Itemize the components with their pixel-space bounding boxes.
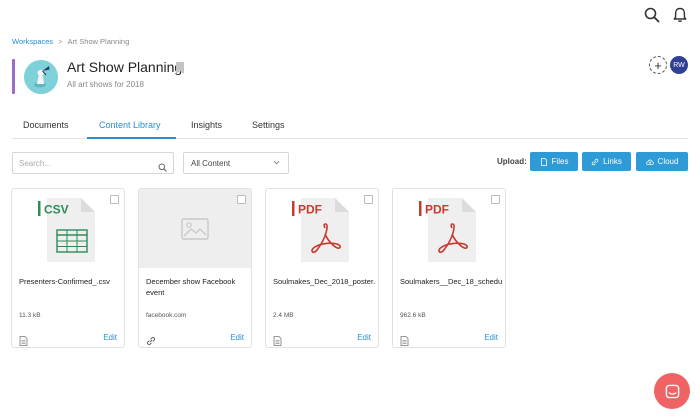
search-input[interactable] xyxy=(13,153,143,174)
document-icon xyxy=(19,333,28,346)
chat-launcher-button[interactable] xyxy=(654,373,690,409)
chat-icon xyxy=(665,384,679,398)
chevron-down-icon xyxy=(273,153,280,174)
workspace-subtitle: All art shows for 2018 xyxy=(67,80,144,89)
file-icon xyxy=(540,157,547,166)
link-icon xyxy=(146,333,156,346)
card-link-domain: facebook.com xyxy=(146,312,187,319)
card-edit-link[interactable]: Edit xyxy=(484,333,498,342)
pdf-badge: PDF xyxy=(425,202,449,216)
upload-files-button[interactable]: Files xyxy=(530,152,578,171)
breadcrumb-current: Art Show Planning xyxy=(67,37,130,46)
breadcrumb-separator: > xyxy=(58,37,63,46)
csv-file-icon: CSV xyxy=(38,197,95,262)
card-thumbnail: PDF xyxy=(266,189,378,268)
pdf-file-icon: PDF xyxy=(292,197,349,262)
add-member-button[interactable]: + xyxy=(649,56,667,74)
breadcrumb-workspaces-link[interactable]: Workspaces xyxy=(12,37,53,46)
card-file-name[interactable]: December show Facebook event xyxy=(146,276,248,298)
card-thumbnail: PDF xyxy=(393,189,505,268)
csv-badge: CSV xyxy=(44,202,69,216)
card-file-size: 11.3 kB xyxy=(19,312,41,319)
search-icon[interactable] xyxy=(643,6,661,24)
search-box xyxy=(12,152,174,174)
tab-bar: Documents Content Library Insights Setti… xyxy=(12,112,688,139)
card-file-name[interactable]: Soulmakes_Dec_2018_poster.pdf xyxy=(273,276,375,287)
content-filter-value: All Content xyxy=(191,159,231,168)
content-card[interactable]: PDF Soulmakes_Dec_2018_poster.pdf 2.4 MB… xyxy=(265,188,379,348)
upload-cloud-button[interactable]: Cloud xyxy=(636,152,688,171)
link-icon xyxy=(591,158,599,165)
card-file-name[interactable]: Presenters-Confirmed_.csv xyxy=(19,276,121,287)
tab-content-library[interactable]: Content Library xyxy=(99,120,161,130)
document-icon xyxy=(273,333,282,346)
card-file-size: 2.4 MB xyxy=(273,312,294,319)
card-edit-link[interactable]: Edit xyxy=(103,333,117,342)
card-select-checkbox[interactable] xyxy=(237,195,246,204)
plus-icon: + xyxy=(654,57,662,73)
card-edit-link[interactable]: Edit xyxy=(357,333,371,342)
bookmark-icon[interactable] xyxy=(175,61,185,74)
card-select-checkbox[interactable] xyxy=(110,195,119,204)
workspace-color-bar xyxy=(12,59,15,94)
document-icon xyxy=(400,333,409,346)
upload-links-button[interactable]: Links xyxy=(582,152,631,171)
pdf-file-icon: PDF xyxy=(419,197,476,262)
user-avatar[interactable]: RW xyxy=(670,56,688,74)
content-filter-select[interactable]: All Content xyxy=(183,152,289,174)
card-select-checkbox[interactable] xyxy=(364,195,373,204)
cloud-upload-icon xyxy=(645,159,654,165)
card-thumbnail: CSV xyxy=(12,189,124,268)
page-title: Art Show Planning xyxy=(67,59,183,75)
content-card[interactable]: CSV Presenters-Confirmed_.csv 11.3 kB Ed… xyxy=(11,188,125,348)
image-placeholder-icon xyxy=(181,217,209,240)
top-bar xyxy=(0,0,700,30)
tab-insights[interactable]: Insights xyxy=(191,120,222,130)
user-initials: RW xyxy=(673,61,685,69)
upload-links-label: Links xyxy=(603,157,622,166)
pdf-badge: PDF xyxy=(298,202,322,216)
card-file-name[interactable]: Soulmakers__Dec_18_schedule.pdf xyxy=(400,276,502,287)
tab-documents[interactable]: Documents xyxy=(23,120,69,130)
workspace-avatar xyxy=(24,60,58,94)
upload-label: Upload: xyxy=(497,157,527,166)
content-card[interactable]: December show Facebook event facebook.co… xyxy=(138,188,252,348)
upload-cloud-label: Cloud xyxy=(657,157,679,166)
upload-files-label: Files xyxy=(551,157,569,166)
card-file-size: 962.6 kB xyxy=(400,312,426,319)
bell-icon[interactable] xyxy=(671,6,689,24)
active-tab-indicator xyxy=(87,137,176,139)
search-icon[interactable] xyxy=(158,159,167,172)
breadcrumb: Workspaces > Art Show Planning xyxy=(12,37,129,46)
card-edit-link[interactable]: Edit xyxy=(230,333,244,342)
card-thumbnail xyxy=(139,189,251,268)
card-select-checkbox[interactable] xyxy=(491,195,500,204)
tab-settings[interactable]: Settings xyxy=(252,120,285,130)
content-card[interactable]: PDF Soulmakers__Dec_18_schedule.pdf 962.… xyxy=(392,188,506,348)
